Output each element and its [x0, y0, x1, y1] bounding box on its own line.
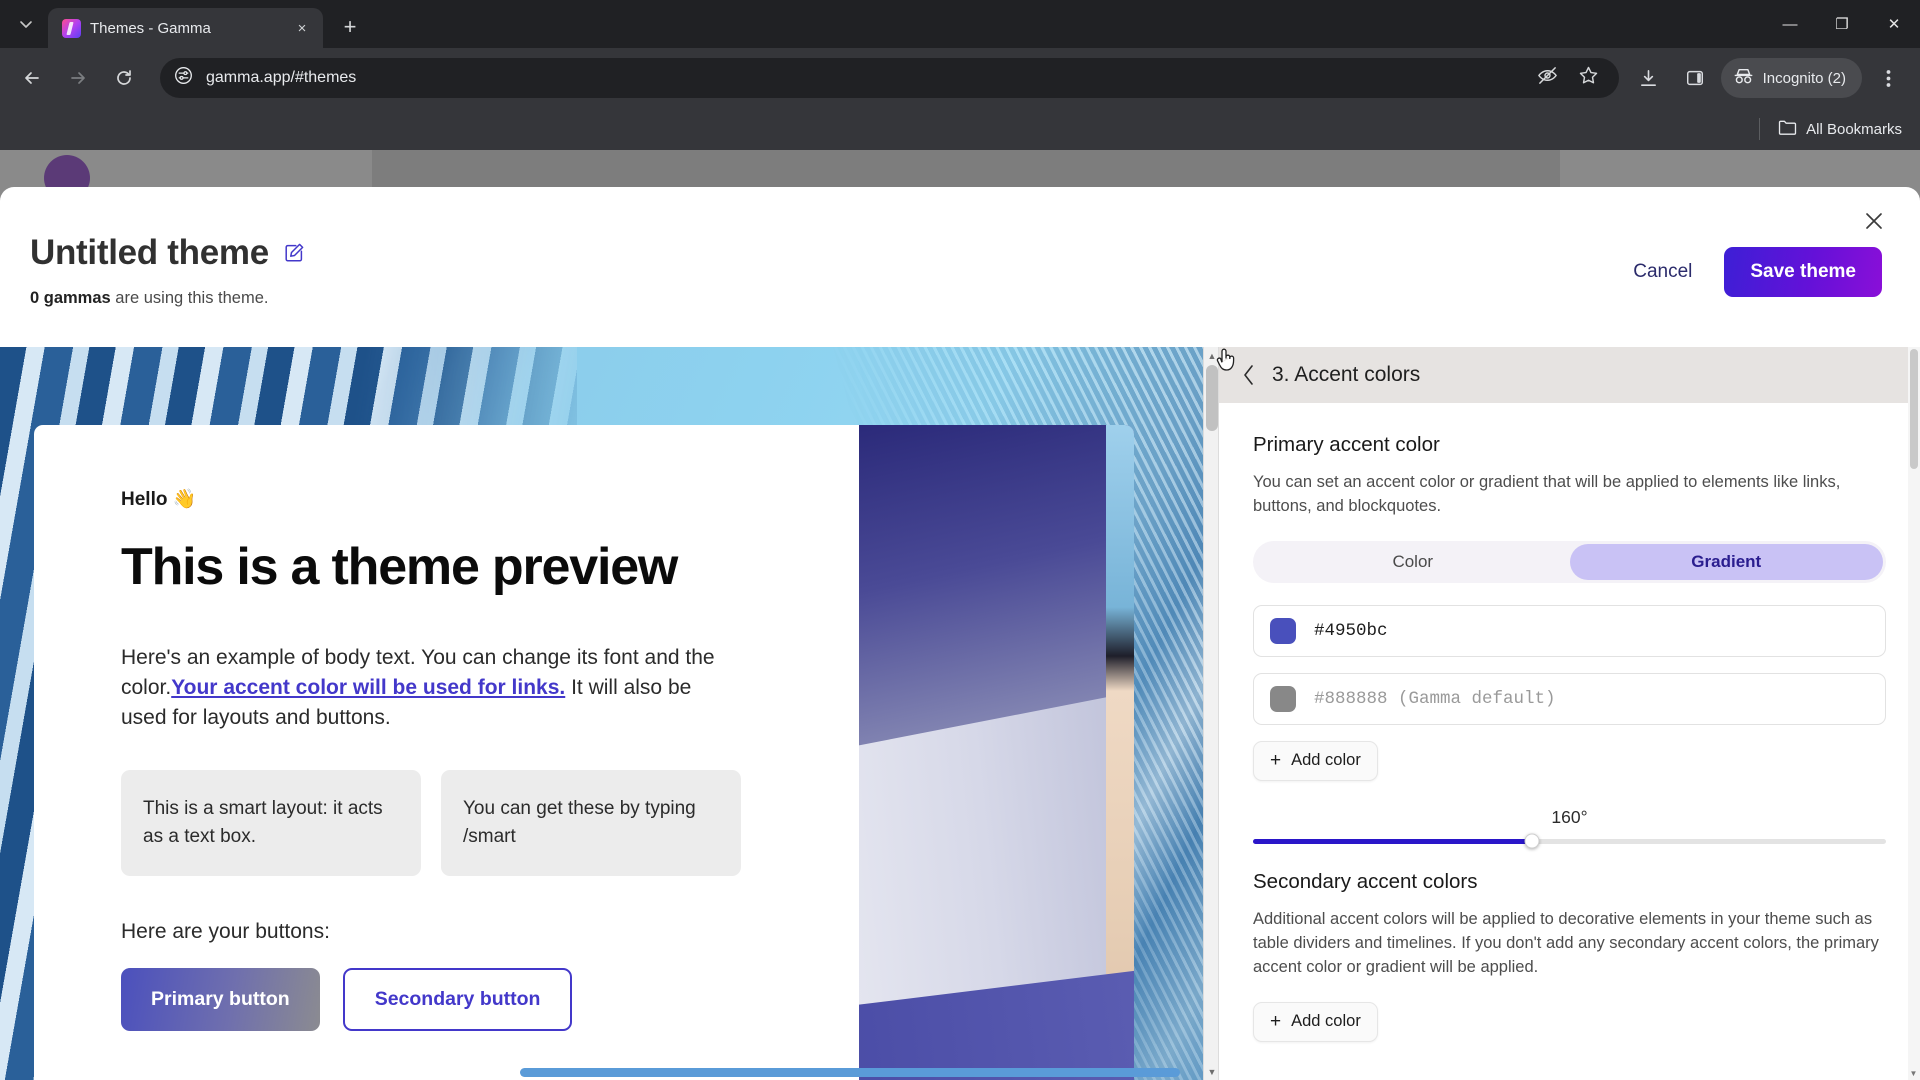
- scroll-up-icon[interactable]: ▲: [1204, 347, 1220, 364]
- profile-label: Incognito (2): [1762, 69, 1846, 87]
- bookmark-star-icon[interactable]: [1578, 65, 1599, 91]
- tab-gradient[interactable]: Gradient: [1569, 543, 1883, 580]
- chevron-left-icon[interactable]: [1241, 364, 1256, 386]
- modal-header: Untitled theme 0 gammas are using this t…: [0, 187, 1920, 347]
- color-swatch[interactable]: [1270, 617, 1296, 644]
- downloads-icon[interactable]: [1629, 58, 1669, 98]
- site-settings-icon[interactable]: [174, 66, 193, 90]
- side-panel-icon[interactable]: [1675, 58, 1715, 98]
- color-swatch[interactable]: [1270, 685, 1296, 712]
- folder-icon: [1778, 119, 1797, 140]
- cancel-button[interactable]: Cancel: [1627, 253, 1698, 291]
- tab-title: Themes - Gamma: [90, 19, 211, 37]
- scrollbar-thumb[interactable]: [1910, 349, 1918, 469]
- color-mode-toggle: Color Gradient: [1253, 540, 1886, 583]
- add-color-label: Add color: [1291, 751, 1361, 770]
- tracking-protection-icon[interactable]: [1537, 65, 1558, 91]
- theme-preview: Hello 👋 This is a theme preview Here's a…: [0, 347, 1203, 1080]
- secondary-accent-description: Additional accent colors will be applied…: [1253, 909, 1879, 976]
- panel-scrollbar[interactable]: ▲ ▼: [1908, 347, 1920, 1080]
- profile-incognito-button[interactable]: Incognito (2): [1720, 58, 1862, 98]
- new-tab-button[interactable]: +: [333, 10, 367, 44]
- close-icon[interactable]: ×: [291, 17, 313, 39]
- scroll-down-icon[interactable]: ▼: [1908, 1067, 1919, 1080]
- smart-layout-row: This is a smart layout: it acts as a tex…: [121, 770, 741, 876]
- secondary-add-color-button[interactable]: + Add color: [1253, 1001, 1378, 1042]
- scrollbar-thumb[interactable]: [1206, 365, 1218, 431]
- reload-button[interactable]: [104, 58, 144, 98]
- preview-card: Hello 👋 This is a theme preview Here's a…: [34, 425, 1134, 1080]
- usage-suffix: are using this theme.: [110, 289, 269, 307]
- plus-icon: +: [1270, 1011, 1282, 1033]
- preview-buttons-label: Here are your buttons:: [121, 919, 330, 943]
- preview-heading: This is a theme preview: [121, 538, 678, 596]
- kebab-menu-icon[interactable]: [1868, 58, 1908, 98]
- page-title: Untitled theme: [30, 233, 269, 272]
- address-bar[interactable]: gamma.app/#themes: [160, 58, 1619, 98]
- gradient-angle-slider[interactable]: 160°: [1253, 806, 1886, 849]
- browser-tab[interactable]: Themes - Gamma ×: [48, 8, 323, 48]
- forward-button[interactable]: [58, 58, 98, 98]
- all-bookmarks-label: All Bookmarks: [1806, 120, 1902, 138]
- modal-body: Hello 👋 This is a theme preview Here's a…: [0, 347, 1920, 1080]
- slider-knob[interactable]: [1524, 833, 1540, 849]
- preview-image-edge: [1106, 425, 1134, 1080]
- panel-header: 3. Accent colors: [1219, 347, 1920, 403]
- primary-add-color-button[interactable]: + Add color: [1253, 740, 1378, 781]
- all-bookmarks-button[interactable]: All Bookmarks: [1778, 119, 1902, 140]
- preview-button-row: Primary button Secondary button: [121, 967, 859, 1031]
- incognito-icon: [1733, 67, 1754, 89]
- preview-vertical-scrollbar[interactable]: ▲ ▼: [1203, 347, 1219, 1080]
- smart-card: You can get these by typing /smart: [441, 770, 741, 876]
- panel-content: Primary accent color You can set an acce…: [1219, 403, 1920, 1080]
- save-theme-button[interactable]: Save theme: [1724, 247, 1882, 297]
- preview-primary-button[interactable]: Primary button: [121, 967, 320, 1031]
- close-icon[interactable]: [1856, 203, 1892, 239]
- tab-search-button[interactable]: [6, 4, 46, 44]
- preview-secondary-button[interactable]: Secondary button: [342, 967, 573, 1031]
- theme-editor-modal: Untitled theme 0 gammas are using this t…: [0, 187, 1920, 1080]
- add-color-label: Add color: [1291, 1012, 1361, 1031]
- tab-color[interactable]: Color: [1256, 544, 1570, 580]
- window-controls: — ❐ ✕: [1764, 0, 1920, 48]
- slider-fill: [1253, 838, 1532, 844]
- secondary-accent-title: Secondary accent colors: [1253, 869, 1478, 893]
- primary-color-row[interactable]: #4950bc: [1253, 604, 1886, 657]
- preview-accent-link[interactable]: Your accent color will be used for links…: [171, 676, 565, 699]
- background-bar: [372, 150, 1560, 188]
- slider-track[interactable]: [1253, 833, 1886, 849]
- usage-count: 0 gammas: [30, 289, 111, 307]
- tab-strip: Themes - Gamma × + — ❐ ✕: [0, 0, 1920, 48]
- maximize-icon[interactable]: ❐: [1816, 2, 1868, 46]
- gamma-logo-icon: [62, 18, 81, 38]
- plus-icon: +: [1270, 750, 1282, 772]
- color-hex-value[interactable]: #888888 (Gamma default): [1314, 689, 1556, 709]
- pencil-edit-icon[interactable]: [283, 242, 305, 264]
- page-area: Untitled theme 0 gammas are using this t…: [0, 150, 1920, 1080]
- minimize-icon[interactable]: —: [1764, 2, 1816, 46]
- color-hex-value[interactable]: #4950bc: [1314, 621, 1388, 641]
- smart-card: This is a smart layout: it acts as a tex…: [121, 770, 421, 876]
- panel-step-title: 3. Accent colors: [1272, 363, 1421, 386]
- preview-card-image: [859, 425, 1134, 1080]
- divider: [1759, 118, 1761, 140]
- primary-accent-title: Primary accent color: [1253, 433, 1440, 456]
- url-text[interactable]: gamma.app/#themes: [206, 69, 1524, 87]
- browser-toolbar: gamma.app/#themes Incognito (2): [0, 48, 1920, 108]
- preview-hello: Hello 👋: [121, 489, 197, 510]
- bookmarks-bar: All Bookmarks: [0, 108, 1920, 150]
- preview-body-text: Here's an example of body text. You can …: [121, 643, 731, 732]
- primary-accent-description: You can set an accent color or gradient …: [1253, 473, 1841, 515]
- back-button[interactable]: [12, 58, 52, 98]
- gradient-angle-value: 160°: [1551, 806, 1588, 827]
- window-close-icon[interactable]: ✕: [1868, 2, 1920, 46]
- theme-usage-text: 0 gammas are using this theme.: [30, 289, 268, 308]
- secondary-gradient-color-row[interactable]: #888888 (Gamma default): [1253, 672, 1886, 725]
- preview-horizontal-scrollbar[interactable]: [520, 1068, 1180, 1077]
- secondary-accent-section: Secondary accent colors Additional accen…: [1253, 870, 1886, 1042]
- scroll-down-icon[interactable]: ▼: [1204, 1063, 1220, 1080]
- browser-window: Themes - Gamma × + — ❐ ✕ gamma.app/#them…: [0, 0, 1920, 1080]
- accent-colors-panel: 3. Accent colors Primary accent color Yo…: [1219, 347, 1920, 1080]
